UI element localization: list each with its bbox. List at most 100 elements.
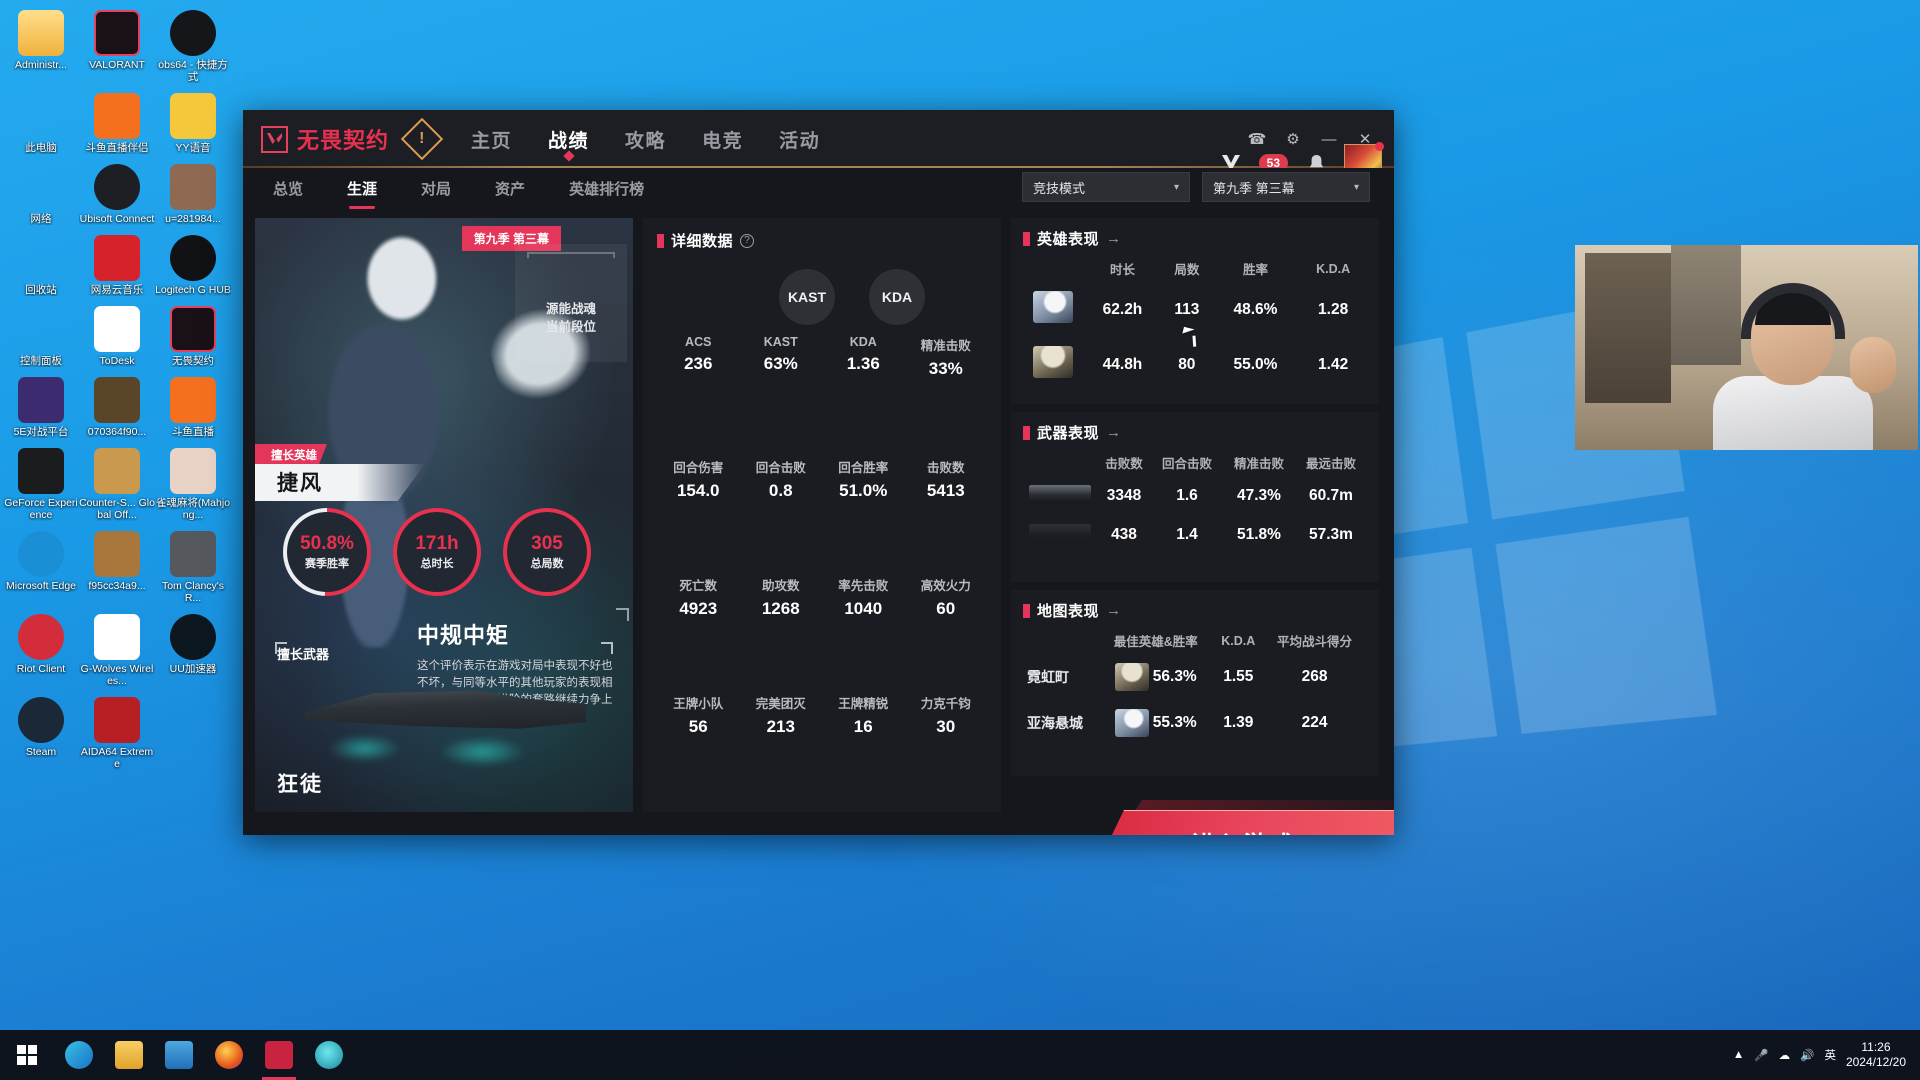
ring-label-matches: 总局数 [530,558,564,570]
nav-item-guide[interactable]: 攻略 [625,110,666,168]
taskbar-item-firefox[interactable] [204,1030,254,1080]
desktop-icon-gwolves[interactable]: G-Wolves Wireles... [79,608,155,687]
cell-map-name: 霓虹町 [1027,669,1069,685]
table-row[interactable]: 亚海悬城 55.3% 1.39 224 [1023,700,1367,746]
alert-diamond-icon[interactable]: ! [400,117,444,161]
nav-item-stats[interactable]: 战绩 [548,110,589,168]
cypher-portrait [1114,663,1149,691]
desktop-icon-riot-client[interactable]: Riot Client [3,608,79,687]
image-thumb-icon [170,164,216,210]
mic-icon[interactable]: 🎤 [1754,1048,1768,1062]
arrow-right-icon[interactable]: → [1106,424,1121,441]
arrow-right-icon[interactable]: → [1106,602,1121,619]
subtab-matches[interactable]: 对局 [421,178,451,203]
taskbar-item-valorant[interactable] [254,1030,304,1080]
cell-acs: 224 [1301,714,1328,731]
desktop-icon-steam[interactable]: Steam [3,691,79,770]
col-kda: K.D.A [1316,261,1351,276]
subtab-career[interactable]: 生涯 [347,178,377,209]
brand[interactable]: 无畏契约 [261,123,389,155]
volume-icon[interactable]: 🔊 [1800,1048,1814,1062]
desktop-icon-valorant-cn[interactable]: 无畏契约 [155,300,231,367]
taskbar-item-store[interactable] [154,1030,204,1080]
detail-data-card: 详细数据 ? KAST KDA ACS 236 KAST 63% KDA 1.3… [643,218,1001,812]
agent-performance-table: 时长 局数 胜率 K.D.A 62.2h 113 48.6% 1.28 44.8… [1023,253,1367,392]
subtab-overview[interactable]: 总览 [273,178,303,203]
col-best-agent-winrate: 最佳英雄&胜率 [1113,635,1198,649]
arrow-right-icon[interactable]: → [1106,230,1121,247]
mode-select[interactable]: 竞技模式 ▾ [1022,172,1190,202]
desktop-icon-label: G-Wolves Wireles... [80,663,154,687]
table-row[interactable]: 霓虹町 56.3% 1.55 268 [1023,654,1367,700]
desktop-icon-label: f95cc34a9... [88,580,146,592]
desktop-icon-user-folder[interactable]: Administr... [3,4,79,83]
desktop-icon-grid: Administr... VALORANT obs64 - 快捷方式此电脑 斗鱼直播伴… [0,4,231,770]
desktop-icon-rainbow-six[interactable]: Tom Clancy's R... [155,525,231,604]
desktop-icon-recycle-bin[interactable]: 回收站 [3,229,79,296]
map-section-head[interactable]: 地图表现 → [1023,600,1367,621]
cell-winrate: 56.3% [1152,668,1197,685]
network-tray-icon[interactable]: ☁ [1779,1048,1791,1062]
desktop-icon-todesk[interactable]: ToDesk [79,300,155,367]
desktop-icon-label: Administr... [15,59,67,71]
nav-item-esports[interactable]: 电竞 [702,110,743,168]
nav-item-home[interactable]: 主页 [471,110,512,168]
desktop-icon-aida64[interactable]: AIDA64 Extreme [79,691,155,770]
desktop-icon-5e-platform[interactable]: 5E对战平台 [3,371,79,438]
detail-title: 详细数据 [671,233,734,250]
best-agent-name: 捷风 [277,472,323,495]
agent-section-head[interactable]: 英雄表现 → [1023,228,1367,249]
desktop-icon-douyu-live[interactable]: 斗鱼直播 [155,371,231,438]
desktop-icon-image-thumb[interactable]: u=281984... [155,158,231,225]
stat-label: 王牌精锐 [838,697,889,711]
chevron-down-icon: ▾ [1353,181,1359,193]
start-button[interactable] [0,1030,54,1080]
desktop-icon-label: VALORANT [89,59,145,71]
help-icon[interactable]: ? [740,233,755,248]
taskbar-item-douyu[interactable] [304,1030,354,1080]
desktop-icon-new-knife[interactable]: 070364f90... [79,371,155,438]
desktop-icon-obs[interactable]: obs64 - 快捷方式 [155,4,231,83]
desktop-icon-network[interactable]: 网络 [3,158,79,225]
desktop-icon-ubisoft-connect[interactable]: Ubisoft Connect [79,158,155,225]
desktop-icon-geforce[interactable]: GeForce Experience [3,442,79,521]
store-taskbar-icon [165,1041,193,1069]
desktop-icon-csgo[interactable]: Counter-S... Global Off... [79,442,155,521]
desktop-icon-valorant[interactable]: VALORANT [79,4,155,83]
logitech-ghub-icon [170,235,216,281]
desktop-icon-edge[interactable]: Microsoft Edge [3,525,79,604]
weapon-panel-title: 武器表现 [1037,425,1100,442]
weapon-section-head[interactable]: 武器表现 → [1023,422,1367,443]
desktop-icon-logitech-ghub[interactable]: Logitech G HUB [155,229,231,296]
desktop-icon-yy-voice[interactable]: YY语音 [155,87,231,154]
table-row[interactable]: 62.2h 113 48.6% 1.28 [1023,282,1367,337]
desktop-icon-label: 斗鱼直播 [172,426,214,438]
desktop-icon-uu-booster[interactable]: UU加速器 [155,608,231,687]
desktop-icon-mahjong-soul[interactable]: 雀魂麻将(Mahjong... [155,442,231,521]
table-header-row: 时长 局数 胜率 K.D.A [1023,253,1367,282]
stat-cell: ACS 236 [657,335,740,379]
desktop-icon-netease-music[interactable]: 网易云音乐 [79,229,155,296]
subtab-assets[interactable]: 资产 [495,178,525,203]
desktop-icon-douyu-companion[interactable]: 斗鱼直播伴侣 [79,87,155,154]
subtab-leaderboard[interactable]: 英雄排行榜 [569,178,644,203]
desktop-icon-label: 网易云音乐 [90,284,144,296]
stat-value: 5413 [926,481,965,500]
taskbar-item-file-explorer[interactable] [104,1030,154,1080]
desktop-icon-control-panel[interactable]: 控制面板 [3,300,79,367]
desktop-icon-image-thumb2[interactable]: f95cc34a9... [79,525,155,604]
ring-label-winrate: 赛季胜率 [305,558,349,570]
tray-chevron-icon[interactable]: ▲ [1733,1049,1744,1061]
clock[interactable]: 11:26 2024/12/20 [1846,1040,1906,1070]
table-row[interactable]: 3348 1.6 47.3% 60.7m [1023,476,1367,515]
stat-value: 33% [928,359,963,378]
taskbar-item-edge[interactable] [54,1030,104,1080]
client-content: 第九季 第三幕 源能战魂 当前段位 擅长英雄 捷风 50.8% 赛季胜率 171… [243,212,1394,812]
ime-indicator[interactable]: 英 [1824,1047,1836,1063]
ring-label-hours: 总时长 [420,558,454,570]
play-button[interactable]: 进入游戏 [1094,810,1394,835]
season-select[interactable]: 第九季 第三幕 ▾ [1202,172,1370,202]
table-row[interactable]: 438 1.4 51.8% 57.3m [1023,515,1367,554]
nav-item-activity[interactable]: 活动 [779,110,820,168]
desktop-icon-this-pc[interactable]: 此电脑 [3,87,79,154]
